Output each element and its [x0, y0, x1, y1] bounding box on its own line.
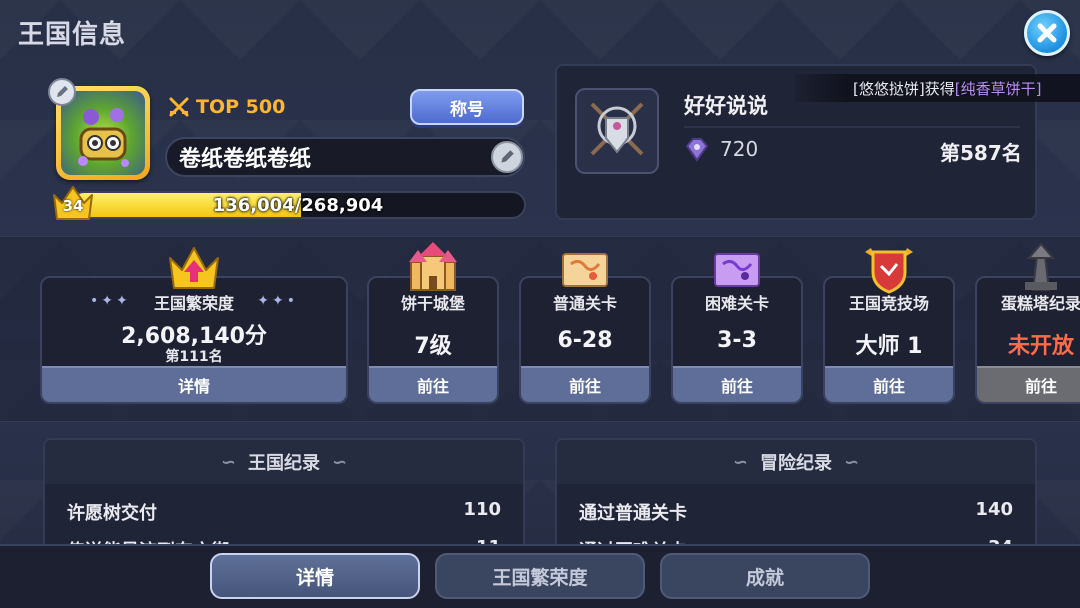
swirl-left-icon: ∽ [220, 451, 236, 473]
record-value: 110 [463, 499, 501, 520]
tab-prosperity[interactable]: 王国繁荣度 [435, 553, 645, 599]
tower-card: 蛋糕塔纪录 未开放 前往 [975, 276, 1080, 404]
avatar-image [61, 91, 145, 175]
adventure-records-title: 冒险纪录 [760, 453, 832, 474]
kingdom-records-title: 王国纪录 [248, 453, 320, 474]
normal-stage-card: 普通关卡 6-28 前往 [519, 276, 651, 404]
normal-stage-go-button[interactable]: 前往 [521, 366, 649, 402]
prosperity-card: •✦✦ ✦✦• 王国繁荣度 2,608,140分 第111名 详情 [40, 276, 348, 404]
arena-card: 王国竞技场 大师 1 前往 [823, 276, 955, 404]
ticker-highlight: [纯香草饼干] [954, 79, 1042, 98]
guild-emblem[interactable] [575, 88, 659, 174]
tab-details[interactable]: 详情 [210, 553, 420, 599]
record-value: 140 [975, 499, 1013, 520]
player-name: 卷纸卷纸卷纸 [165, 137, 525, 177]
kingdom-records-header: ∽ 王国纪录 ∽ [45, 440, 523, 484]
guild-points: 720 [720, 137, 759, 161]
normal-stage-value: 6-28 [557, 328, 613, 353]
close-button[interactable] [1024, 10, 1070, 56]
close-icon [1037, 23, 1057, 43]
castle-card: 饼干城堡 7级 前往 [367, 276, 499, 404]
swirl-left-icon: ∽ [732, 451, 748, 473]
record-label: 通过普通关卡 [579, 503, 687, 524]
swirl-right-icon: ∽ [332, 451, 348, 473]
castle-go-button[interactable]: 前往 [369, 366, 497, 402]
arena-go-button[interactable]: 前往 [825, 366, 953, 402]
list-item: 许愿树交付 110 [67, 499, 501, 525]
map-scroll-icon [562, 253, 608, 287]
adventure-records-header: ∽ 冒险纪录 ∽ [557, 440, 1035, 484]
prosperity-rank: 第111名 [165, 349, 223, 365]
guild-rank: 第587名 [940, 141, 1022, 165]
purple-gem-icon [685, 138, 709, 162]
player-name-text: 卷纸卷纸卷纸 [179, 147, 312, 172]
level-number: 34 [62, 197, 84, 215]
pencil-icon [57, 86, 68, 97]
hard-stage-value: 3-3 [717, 328, 757, 353]
guild-emblem-icon [590, 102, 644, 156]
crown-up-arrow-icon [169, 247, 219, 289]
castle-icon [409, 242, 457, 291]
page-title: 王国信息 [18, 20, 127, 50]
divider [684, 126, 1020, 128]
ticker-text: [悠悠挞饼]获得 [853, 79, 955, 98]
hard-stage-go-button[interactable]: 前往 [673, 366, 801, 402]
castle-value: 7级 [414, 334, 452, 359]
arena-value: 大师 1 [855, 334, 923, 359]
rank-tag: TOP 500 [168, 96, 285, 118]
xp-bar: 136,004/268,904 [70, 191, 526, 219]
tower-value: 未开放 [1007, 334, 1074, 359]
tab-achievements[interactable]: 成就 [660, 553, 870, 599]
crossed-swords-icon [169, 97, 189, 117]
guild-name: 好好说说 [684, 94, 768, 118]
record-label: 许愿树交付 [67, 503, 157, 524]
arena-shield-icon [865, 248, 913, 294]
cake-tower-icon [1025, 242, 1057, 291]
announcement-ticker: [悠悠挞饼]获得 [纯香草饼干] [795, 74, 1080, 102]
swirl-right-icon: ∽ [844, 451, 860, 473]
xp-text: 136,004/268,904 [212, 195, 384, 216]
tower-go-button[interactable]: 前往 [977, 366, 1080, 402]
pencil-icon [501, 150, 514, 163]
avatar-edit-button[interactable] [48, 78, 76, 106]
rank-label: TOP 500 [196, 96, 286, 118]
purple-map-scroll-icon [714, 253, 760, 287]
title-button[interactable]: 称号 [410, 89, 524, 125]
prosperity-details-button[interactable]: 详情 [42, 366, 346, 402]
hard-stage-card: 困难关卡 3-3 前往 [671, 276, 803, 404]
list-item: 通过普通关卡 140 [579, 499, 1013, 525]
name-edit-button[interactable] [491, 141, 523, 173]
